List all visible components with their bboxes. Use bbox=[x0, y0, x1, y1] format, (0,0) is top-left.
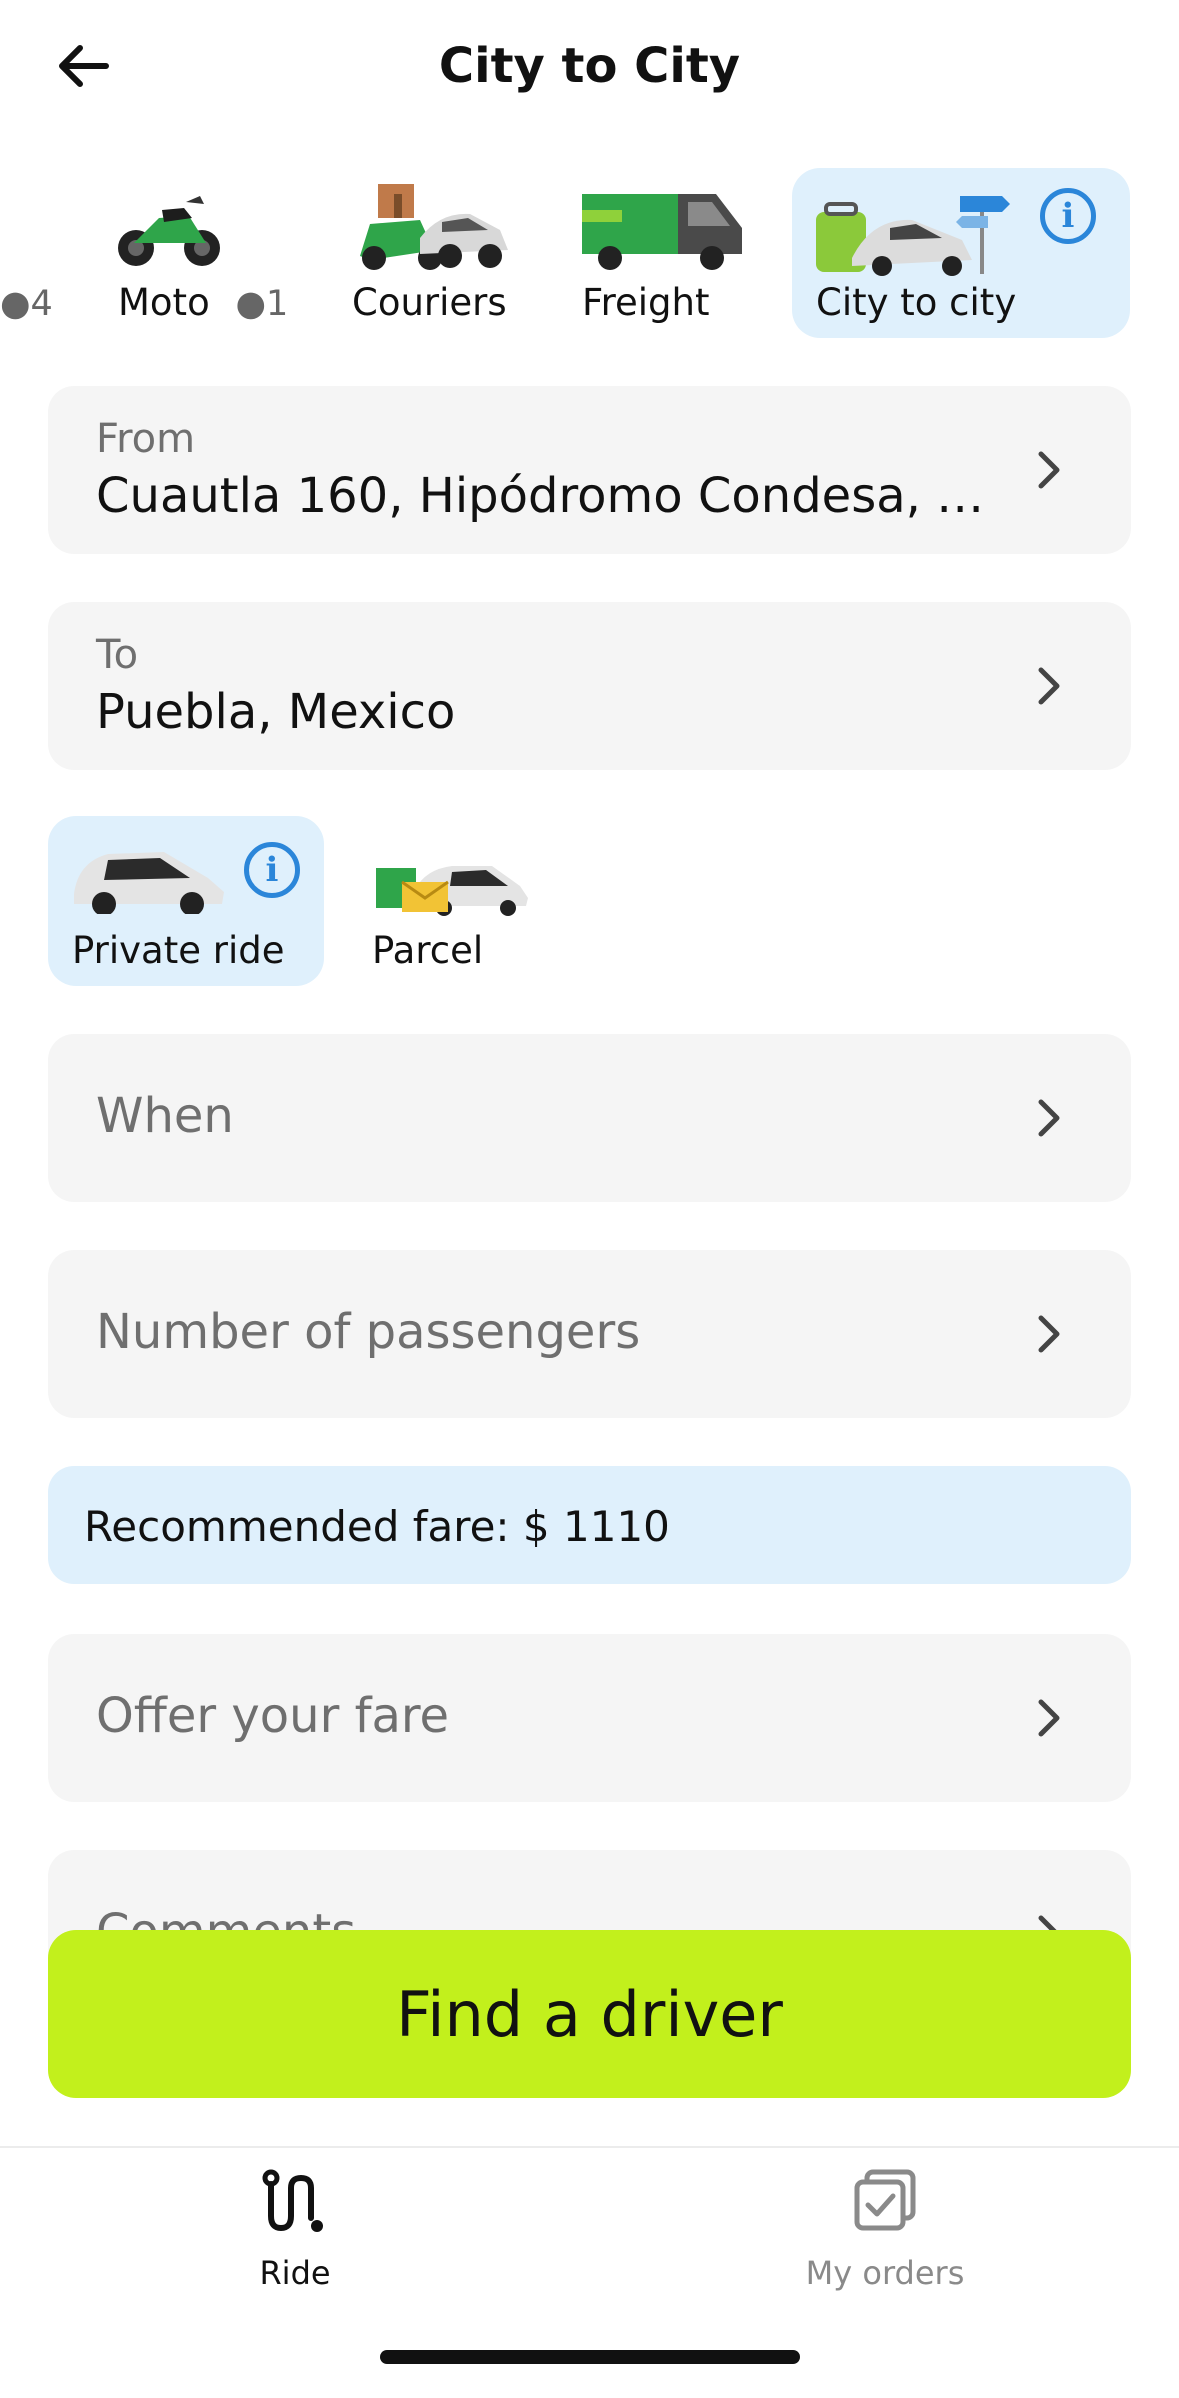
home-indicator[interactable] bbox=[380, 2350, 800, 2364]
category-strip[interactable]: ●4 Moto ●1 Couriers Freight i City to ci… bbox=[0, 168, 1179, 338]
nav-label-my-orders: My orders bbox=[805, 2254, 965, 2292]
chevron-right-icon bbox=[1038, 667, 1060, 705]
from-value: Cuautla 160, Hipódromo Condesa, M... bbox=[96, 468, 996, 524]
city-to-city-icon bbox=[816, 196, 1010, 276]
category-item-moto[interactable]: Moto ●1 bbox=[100, 168, 290, 338]
recommended-fare-text: Recommended fare: $ 1110 bbox=[84, 1502, 670, 1551]
info-icon[interactable]: i bbox=[1040, 188, 1096, 244]
find-driver-button[interactable]: Find a driver bbox=[48, 1930, 1131, 2098]
person-icon: ● bbox=[0, 284, 31, 324]
header: City to City bbox=[0, 0, 1179, 140]
orders-icon bbox=[854, 2169, 916, 2231]
private-car-icon bbox=[74, 852, 224, 914]
courier-scooter-icon bbox=[360, 184, 508, 270]
person-icon: ● bbox=[235, 284, 267, 324]
page-title: City to City bbox=[438, 38, 741, 94]
category-label-moto: Moto bbox=[118, 281, 210, 324]
motorcycle-icon bbox=[118, 196, 220, 266]
ride-type-label-private: Private ride bbox=[72, 929, 285, 972]
chevron-right-icon bbox=[1038, 1315, 1060, 1353]
chevron-right-icon bbox=[1038, 1099, 1060, 1137]
ride-type-private[interactable]: i Private ride bbox=[48, 816, 324, 986]
seat-count: ●4 bbox=[0, 284, 53, 324]
ride-type-parcel[interactable]: Parcel bbox=[348, 816, 548, 986]
when-field[interactable]: When bbox=[48, 1034, 1131, 1202]
category-label-couriers: Couriers bbox=[352, 281, 507, 324]
category-label-city-to-city: City to city bbox=[816, 281, 1017, 324]
nav-item-my-orders[interactable]: My orders bbox=[735, 2148, 1035, 2292]
from-field[interactable]: From Cuautla 160, Hipódromo Condesa, M..… bbox=[48, 386, 1131, 554]
to-label: To bbox=[96, 632, 139, 678]
from-label: From bbox=[96, 416, 196, 462]
freight-truck-icon bbox=[582, 194, 742, 270]
parcel-car-icon bbox=[376, 866, 528, 916]
route-icon bbox=[262, 2169, 323, 2232]
nav-label-ride: Ride bbox=[259, 2254, 331, 2292]
info-icon[interactable]: i bbox=[244, 842, 300, 898]
category-label-freight: Freight bbox=[582, 281, 710, 324]
when-placeholder: When bbox=[96, 1088, 234, 1144]
chevron-right-icon bbox=[1038, 451, 1060, 489]
category-item-freight[interactable]: Freight bbox=[560, 168, 760, 338]
ride-type-label-parcel: Parcel bbox=[372, 929, 484, 972]
nav-item-ride[interactable]: Ride bbox=[145, 2148, 445, 2292]
chevron-right-icon bbox=[1038, 1699, 1060, 1737]
passengers-placeholder: Number of passengers bbox=[96, 1304, 641, 1360]
to-value: Puebla, Mexico bbox=[96, 684, 456, 740]
category-item-city-to-city[interactable]: i City to city bbox=[792, 168, 1130, 338]
passengers-field[interactable]: Number of passengers bbox=[48, 1250, 1131, 1418]
recommended-fare-banner: Recommended fare: $ 1110 bbox=[48, 1466, 1131, 1584]
offer-fare-placeholder: Offer your fare bbox=[96, 1688, 450, 1744]
to-field[interactable]: To Puebla, Mexico bbox=[48, 602, 1131, 770]
category-item-partial[interactable]: ●4 bbox=[0, 168, 60, 338]
category-item-couriers[interactable]: Couriers bbox=[330, 168, 520, 338]
offer-fare-field[interactable]: Offer your fare bbox=[48, 1634, 1131, 1802]
